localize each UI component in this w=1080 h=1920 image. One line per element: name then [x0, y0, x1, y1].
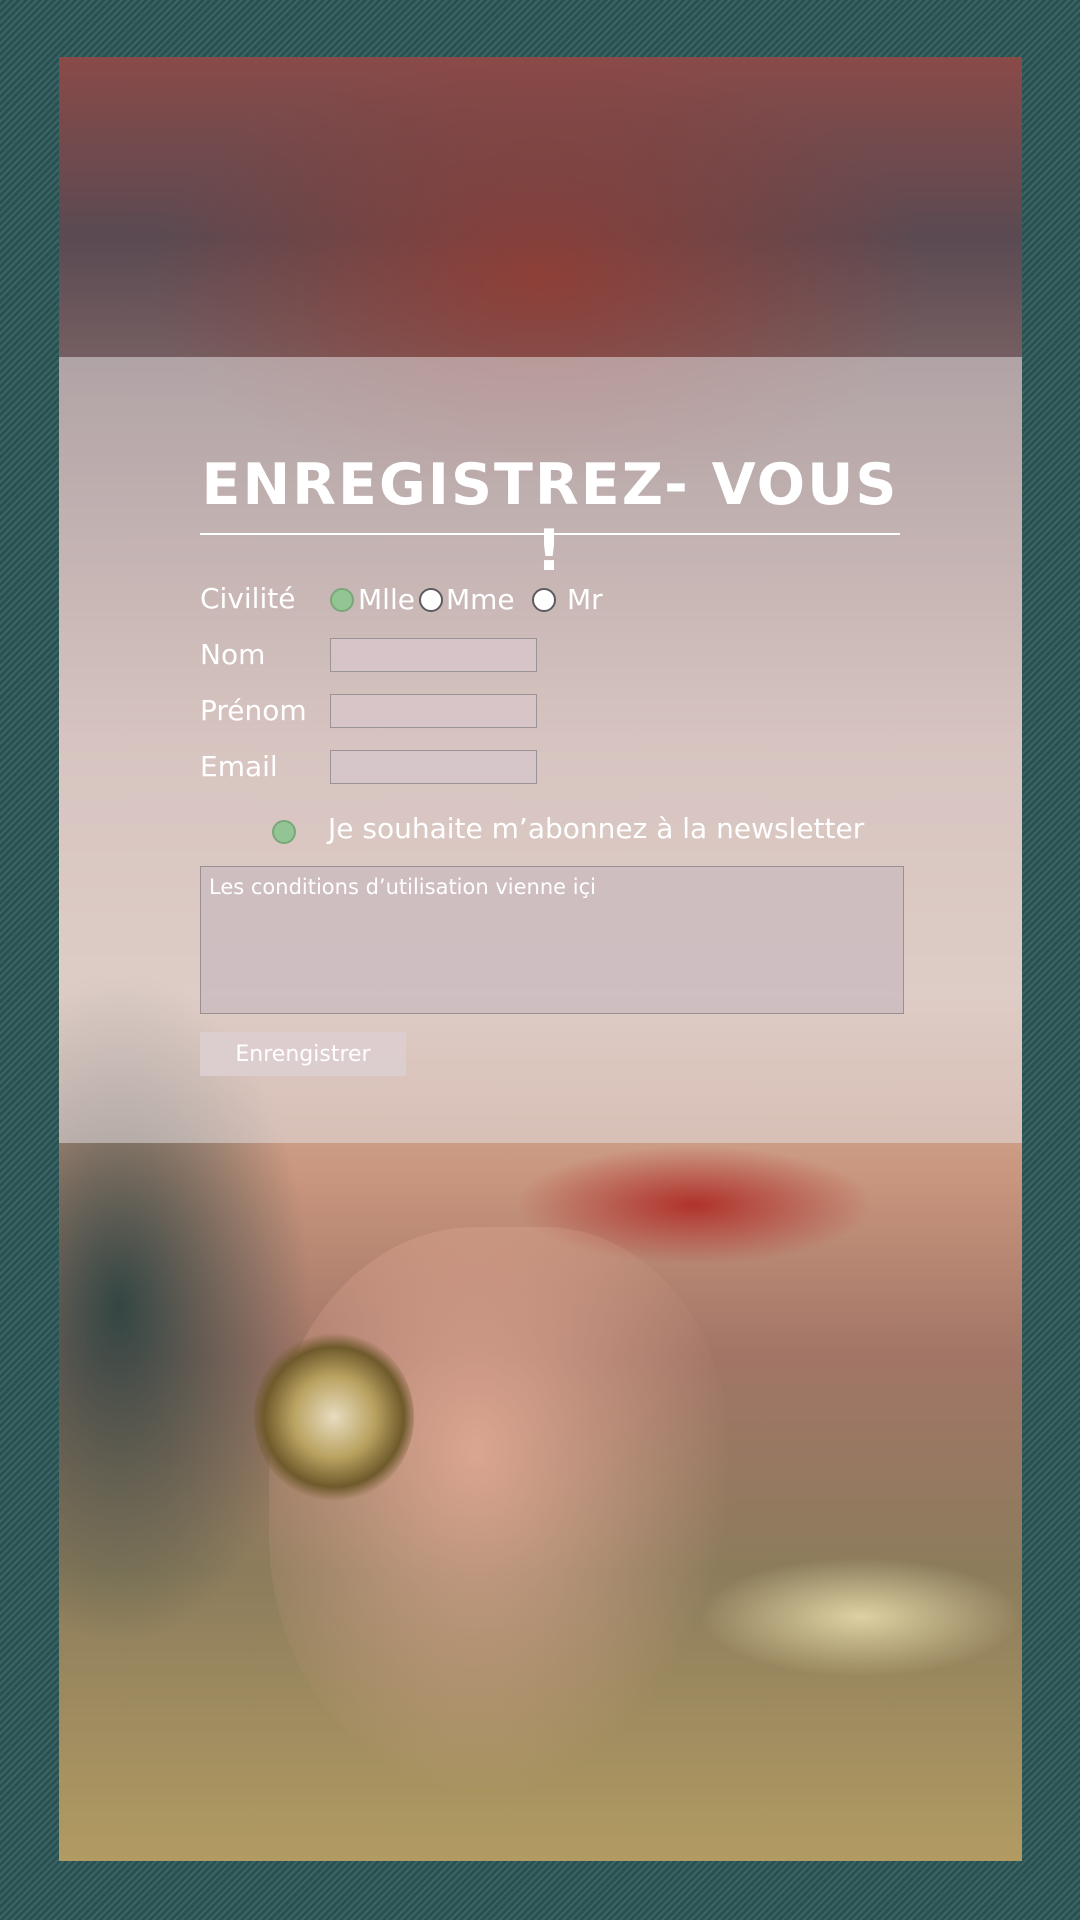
radio-mlle[interactable]: [330, 588, 354, 612]
register-button[interactable]: Enrengistrer: [200, 1032, 406, 1076]
prenom-label: Prénom: [200, 694, 307, 727]
nom-input[interactable]: [330, 638, 537, 672]
radio-mr[interactable]: [532, 588, 556, 612]
terms-textarea[interactable]: Les conditions d’utilisation vienne içi: [200, 866, 904, 1014]
newsletter-checkbox[interactable]: [272, 820, 296, 844]
page-title: ENREGISTREZ- VOUS !: [201, 452, 899, 584]
radio-mlle-label: Mlle: [358, 583, 415, 616]
email-input[interactable]: [330, 750, 537, 784]
radio-mr-label: Mr: [567, 583, 603, 616]
nom-label: Nom: [200, 638, 266, 671]
prenom-input[interactable]: [330, 694, 537, 728]
email-label: Email: [200, 750, 278, 783]
civility-label: Civilité: [200, 582, 296, 615]
radio-mme-label: Mme: [446, 583, 515, 616]
photo-ring: [254, 1332, 414, 1502]
photo-hand: [269, 1227, 729, 1787]
radio-mme[interactable]: [419, 588, 443, 612]
newsletter-label: Je souhaite m’abonnez à la newsletter: [328, 812, 865, 845]
title-divider: [200, 533, 900, 535]
photo-bokeh: [699, 1557, 1022, 1677]
